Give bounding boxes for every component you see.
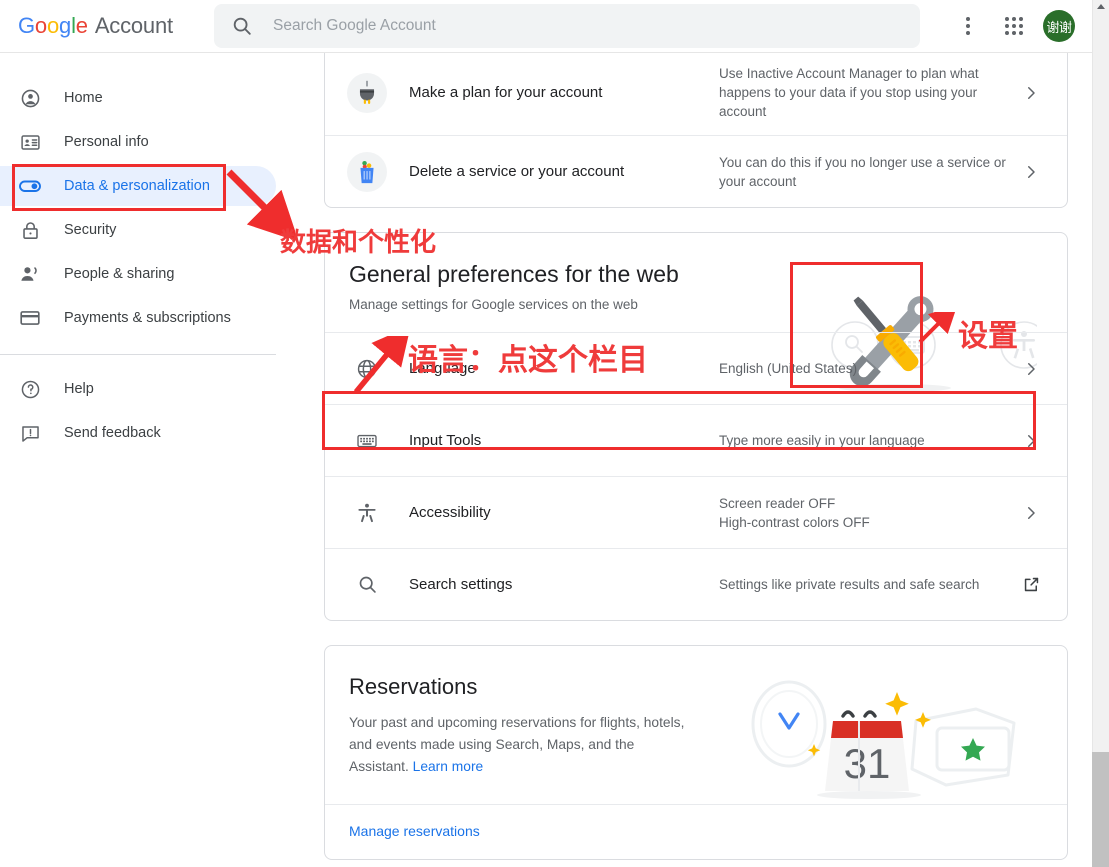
sidebar-item-label: People & sharing	[64, 266, 174, 282]
sidebar-item-home[interactable]: Home	[0, 78, 276, 118]
feedback-icon	[18, 421, 42, 445]
sidebar-item-label: Home	[64, 90, 103, 106]
manage-reservations-link[interactable]: Manage reservations	[349, 823, 480, 839]
row-description: Type more easily in your language	[719, 431, 1017, 450]
chevron-right-icon[interactable]	[1017, 504, 1045, 522]
google-account-logo: Google Account	[18, 13, 173, 39]
header-divider	[0, 52, 1092, 53]
sidebar-item-personal-info[interactable]: Personal info	[0, 122, 276, 162]
app-header: Google Account 谢谢	[0, 0, 1092, 52]
apps-grid-icon[interactable]	[991, 3, 1037, 49]
row-title: Make a plan for your account	[409, 84, 719, 101]
globe-icon	[347, 358, 387, 380]
credit-card-icon	[18, 306, 42, 330]
search-icon	[347, 574, 387, 595]
section-title: General preferences for the web	[349, 261, 1043, 288]
sidebar: Home Personal info	[0, 52, 300, 867]
more-vertical-icon[interactable]	[945, 3, 991, 49]
chevron-right-icon[interactable]	[1017, 84, 1045, 102]
lock-icon	[18, 218, 42, 242]
chevron-right-icon[interactable]	[1017, 432, 1045, 450]
sidebar-item-send-feedback[interactable]: Send feedback	[0, 413, 276, 453]
sidebar-item-label: Personal info	[64, 134, 149, 150]
reservations-hero: Reservations Your past and upcoming rese…	[325, 646, 1067, 804]
row-title: Search settings	[409, 576, 719, 593]
logo-letter-o1: o	[35, 13, 47, 39]
sidebar-item-label: Send feedback	[64, 425, 161, 441]
chevron-right-icon[interactable]	[1017, 163, 1045, 181]
header-actions: 谢谢	[945, 0, 1075, 52]
row-language[interactable]: Language English (United States)	[325, 332, 1067, 404]
sidebar-item-label: Security	[64, 222, 116, 238]
row-description-line1: Screen reader OFF	[719, 496, 835, 511]
open-in-new-icon[interactable]	[1017, 575, 1045, 594]
search-input[interactable]	[271, 16, 891, 36]
sidebar-item-help[interactable]: Help	[0, 369, 276, 409]
row-title: Delete a service or your account	[409, 163, 719, 180]
row-title: Input Tools	[409, 432, 719, 449]
sidebar-item-people-sharing[interactable]: People & sharing	[0, 254, 276, 294]
row-description: Screen reader OFF High-contrast colors O…	[719, 494, 1017, 532]
row-make-a-plan[interactable]: Make a plan for your account Use Inactiv…	[325, 52, 1067, 135]
account-circle-icon	[18, 86, 42, 110]
search-icon	[231, 15, 253, 37]
inactive-account-card: Make a plan for your account Use Inactiv…	[324, 52, 1068, 208]
calendar-clock-ticket-illustration: 31	[741, 676, 1041, 806]
row-description: Use Inactive Account Manager to plan wha…	[719, 64, 1017, 121]
avatar[interactable]: 谢谢	[1043, 10, 1075, 42]
reservations-action: Manage reservations	[325, 804, 1067, 859]
sidebar-item-security[interactable]: Security	[0, 210, 276, 250]
row-description-line2: High-contrast colors OFF	[719, 515, 870, 530]
scroll-up-arrow-icon[interactable]	[1097, 4, 1105, 9]
trash-bin-icon	[347, 152, 387, 192]
page-root: Google Account 谢谢	[0, 0, 1109, 867]
accessibility-person-icon	[347, 502, 387, 524]
main-content: Make a plan for your account Use Inactiv…	[300, 52, 1092, 867]
people-icon	[18, 262, 42, 286]
sidebar-item-data-personalization[interactable]: Data & personalization	[0, 166, 276, 206]
section-description: Your past and upcoming reservations for …	[349, 712, 697, 778]
sidebar-item-label: Data & personalization	[64, 178, 210, 194]
logo-product-name: Account	[95, 13, 173, 39]
keyboard-icon	[347, 430, 387, 452]
row-input-tools[interactable]: Input Tools Type more easily in your lan…	[325, 404, 1067, 476]
chevron-right-icon[interactable]	[1017, 360, 1045, 378]
search-bar[interactable]	[214, 4, 920, 48]
row-description: Settings like private results and safe s…	[719, 575, 1017, 594]
logo-letter-g2: g	[59, 13, 71, 39]
sidebar-divider	[0, 354, 276, 355]
id-card-icon	[18, 130, 42, 154]
logo-letter-o2: o	[47, 13, 59, 39]
plug-icon	[347, 73, 387, 113]
scrollbar-thumb[interactable]	[1092, 752, 1109, 867]
sidebar-item-label: Payments & subscriptions	[64, 310, 231, 326]
sidebar-item-payments-subscriptions[interactable]: Payments & subscriptions	[0, 298, 276, 338]
logo-letter-g1: G	[18, 13, 35, 39]
row-search-settings[interactable]: Search settings Settings like private re…	[325, 548, 1067, 620]
row-description: English (United States)	[719, 359, 1017, 378]
svg-text:31: 31	[844, 740, 891, 787]
reservations-desc-text: Your past and upcoming reservations for …	[349, 715, 684, 774]
general-preferences-card: General preferences for the web Manage s…	[324, 232, 1068, 621]
sidebar-item-label: Help	[64, 381, 94, 397]
row-description: You can do this if you no longer use a s…	[719, 153, 1017, 191]
row-title: Accessibility	[409, 504, 719, 521]
learn-more-link[interactable]: Learn more	[413, 759, 484, 774]
row-accessibility[interactable]: Accessibility Screen reader OFF High-con…	[325, 476, 1067, 548]
general-preferences-hero: General preferences for the web Manage s…	[325, 233, 1067, 332]
scrollbar-track[interactable]	[1092, 0, 1109, 867]
row-title: Language	[409, 360, 719, 377]
logo-letter-e: e	[76, 13, 88, 39]
row-delete-service[interactable]: Delete a service or your account You can…	[325, 135, 1067, 207]
toggle-switch-icon	[18, 174, 42, 198]
help-circle-icon	[18, 377, 42, 401]
reservations-card: Reservations Your past and upcoming rese…	[324, 645, 1068, 860]
